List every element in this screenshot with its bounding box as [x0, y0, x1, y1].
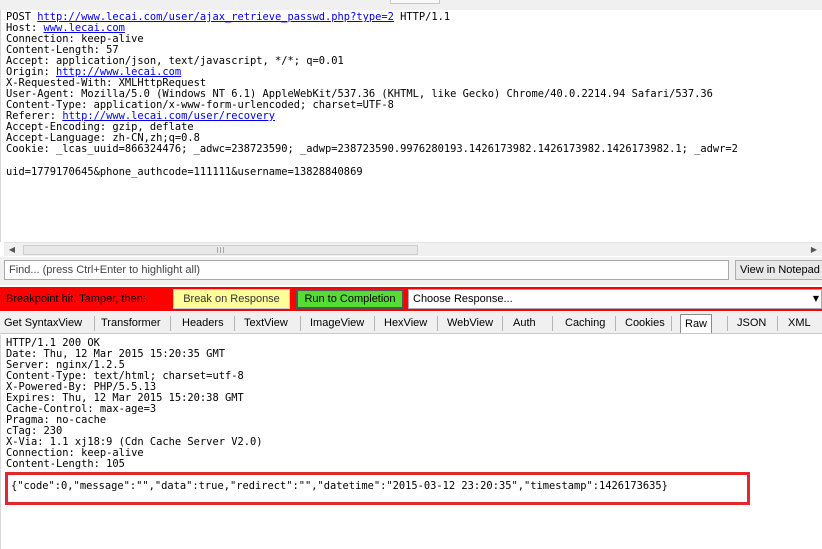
tab-raw[interactable]: Raw: [680, 314, 713, 333]
tab-auth[interactable]: Auth: [513, 314, 536, 333]
break-on-response-button[interactable]: Break on Response: [173, 289, 290, 309]
choose-response-value: Choose Response...: [413, 293, 513, 305]
response-headers: HTTP/1.1 200 OK Date: Thu, 12 Mar 2015 15…: [6, 338, 262, 470]
tab-caching[interactable]: Caching: [565, 314, 605, 333]
tab-separator: [552, 316, 553, 331]
response-body: {"code":0,"message":"","data":true,"redi…: [11, 480, 668, 492]
tab-separator: [300, 316, 301, 331]
breakpoint-bar: Breakpoint hit. Tamper, then: Break on R…: [0, 287, 822, 311]
view-in-notepad-button[interactable]: View in Notepad: [735, 260, 822, 280]
response-raw-pane[interactable]: HTTP/1.1 200 OK Date: Thu, 12 Mar 2015 15…: [0, 335, 822, 549]
request-body: uid=1779170645&phone_authcode=111111&use…: [6, 166, 363, 178]
request-tab-edge[interactable]: [390, 0, 440, 4]
tab-cookies[interactable]: Cookies: [625, 314, 665, 333]
tab-json[interactable]: JSON: [737, 314, 766, 333]
breakpoint-label: Breakpoint hit. Tamper, then:: [6, 293, 146, 305]
tab-xml[interactable]: XML: [788, 314, 811, 333]
tab-textview[interactable]: TextView: [244, 314, 288, 333]
tab-separator: [502, 316, 503, 331]
tab-get-syntaxview[interactable]: Get SyntaxView: [4, 314, 82, 333]
tab-headers[interactable]: Headers: [182, 314, 224, 333]
chevron-down-icon[interactable]: ▼: [812, 290, 820, 308]
run-to-completion-button[interactable]: Run to Completion: [296, 289, 404, 309]
request-tab-strip: [0, 0, 822, 10]
tab-separator: [94, 316, 95, 331]
request-text: Cookie: _lcas_uuid=866324476; _adwc=2387…: [6, 143, 738, 155]
scroll-left-arrow-icon[interactable]: ◀: [6, 244, 18, 256]
tab-separator: [727, 316, 728, 331]
tab-separator: [234, 316, 235, 331]
tab-imageview[interactable]: ImageView: [310, 314, 364, 333]
choose-response-dropdown[interactable]: Choose Response... ▼: [408, 289, 822, 309]
tab-separator: [437, 316, 438, 331]
tab-webview[interactable]: WebView: [447, 314, 493, 333]
find-input[interactable]: [4, 260, 729, 280]
response-body-highlight: {"code":0,"message":"","data":true,"redi…: [5, 472, 750, 505]
scroll-thumb[interactable]: [23, 245, 418, 255]
tab-hexview[interactable]: HexView: [384, 314, 427, 333]
request-text: HTTP/1.1: [393, 11, 451, 23]
tab-separator: [374, 316, 375, 331]
request-headers: POST http://www.lecai.com/user/ajax_retr…: [6, 12, 738, 155]
find-bar: View in Notepad: [0, 257, 822, 285]
scroll-right-arrow-icon[interactable]: ▶: [808, 244, 820, 256]
request-header-line: Cookie: _lcas_uuid=866324476; _adwc=2387…: [6, 144, 738, 155]
response-tabs: Get SyntaxView Transformer Headers TextView…: [0, 312, 822, 334]
tab-transformer[interactable]: Transformer: [101, 314, 161, 333]
tab-separator: [170, 316, 171, 331]
tab-separator: [671, 316, 672, 331]
request-horizontal-scrollbar[interactable]: ◀ ▶: [4, 242, 822, 256]
tab-separator: [615, 316, 616, 331]
response-header-line: Content-Length: 105: [6, 458, 125, 470]
request-raw-pane[interactable]: POST http://www.lecai.com/user/ajax_retr…: [0, 10, 822, 242]
tab-separator: [777, 316, 778, 331]
